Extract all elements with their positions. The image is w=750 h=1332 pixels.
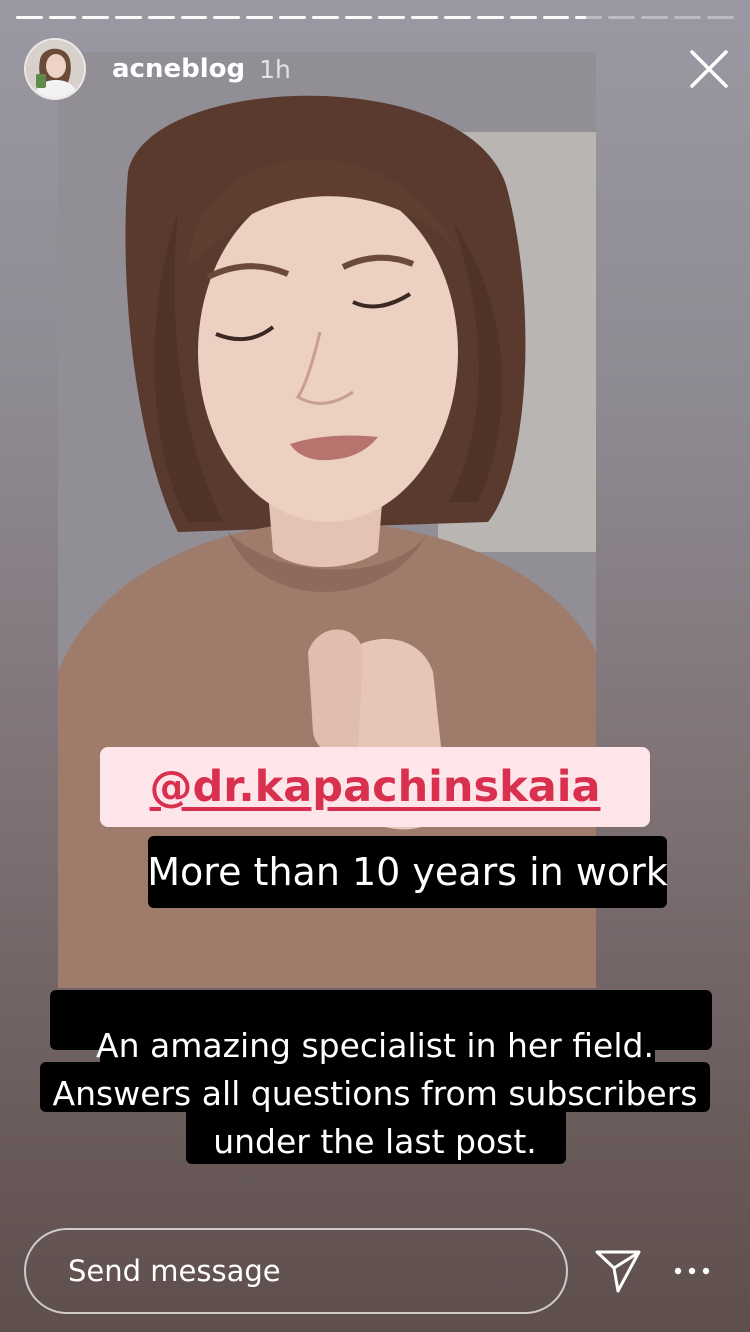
progress-segment (114, 16, 142, 19)
caption-line: under the last post. (213, 1122, 537, 1161)
post-time: 1h (259, 54, 291, 84)
progress-segment (410, 16, 438, 19)
progress-segment (542, 16, 570, 19)
progress-segment (246, 16, 274, 19)
caption-description-text: An amazing specialist in her field. Answ… (40, 1022, 710, 1166)
caption-line: Answers all questions from subscribers (52, 1074, 698, 1113)
progress-segment (443, 16, 471, 19)
username[interactable]: acneblog (112, 54, 245, 84)
caption-line: An amazing specialist in her field. (96, 1026, 654, 1065)
progress-segment (48, 16, 76, 19)
progress-segment (345, 16, 372, 19)
avatar[interactable] (24, 38, 86, 100)
paper-plane-icon[interactable] (594, 1248, 642, 1294)
caption-experience: More than 10 years in work (147, 836, 668, 908)
send-message-placeholder: Send message (68, 1254, 281, 1288)
mention-text[interactable]: @dr.kapachinskaia (149, 762, 600, 812)
progress-segment (180, 16, 208, 19)
progress-segment (707, 16, 734, 19)
more-dots-icon[interactable] (670, 1258, 714, 1284)
send-message-input[interactable]: Send message (24, 1228, 568, 1314)
mention-sticker[interactable]: @dr.kapachinskaia (100, 747, 650, 827)
progress-segment (213, 16, 241, 19)
progress-segment (147, 16, 175, 19)
profile-photo-icon (26, 40, 84, 98)
story-header: acneblog 1h (24, 36, 730, 102)
progress-segment (377, 16, 405, 19)
progress-segment (509, 16, 537, 19)
progress-segment (641, 16, 669, 19)
progress-segment (575, 16, 603, 19)
progress-segment (674, 16, 702, 19)
progress-segment (312, 16, 340, 19)
progress-segment (476, 16, 504, 19)
close-icon[interactable] (688, 48, 730, 90)
caption-description: An amazing specialist in her field. Answ… (40, 990, 712, 1166)
progress-segment (16, 16, 43, 19)
progress-segment (279, 16, 307, 19)
story-progress-bar (16, 16, 734, 20)
progress-segment (81, 16, 109, 19)
progress-segment (608, 16, 636, 19)
